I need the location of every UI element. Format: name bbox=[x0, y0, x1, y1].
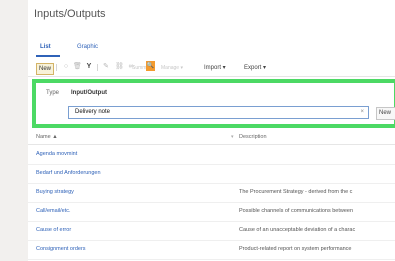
search-input-value[interactable]: Delivery note bbox=[75, 109, 110, 115]
column-resize-icon: ▾ bbox=[231, 134, 234, 140]
toolbar-separator bbox=[56, 64, 57, 71]
tab-list[interactable]: List bbox=[40, 44, 51, 50]
row-description: Possible channels of communications betw… bbox=[239, 208, 354, 214]
export-button[interactable]: Export ▾ bbox=[244, 64, 266, 71]
inputs-outputs-page: Inputs/Outputs List Graphic New ○ 🗑 Y ✎ … bbox=[28, 0, 395, 261]
type-value: Input/Output bbox=[71, 90, 107, 96]
type-label: Type bbox=[46, 90, 60, 96]
toolbar-separator bbox=[97, 64, 98, 71]
search-icon[interactable]: 🔍 bbox=[146, 61, 155, 71]
manage-button[interactable]: Manage ▾ bbox=[161, 65, 183, 71]
row-description: The Procurement Strategy - derived from … bbox=[239, 189, 353, 195]
filter-panel: Type Input/Output Delivery note × New bbox=[32, 79, 395, 128]
view-tabs: List Graphic bbox=[28, 36, 395, 58]
import-button[interactable]: Import ▾ bbox=[204, 64, 226, 71]
row-description: Cause of an unacceptable deviation of a … bbox=[239, 227, 356, 233]
edit-icon[interactable]: ✎ bbox=[102, 63, 110, 71]
tab-graphic[interactable]: Graphic bbox=[77, 44, 98, 50]
table-row[interactable]: Bedarf und Anforderungen bbox=[28, 164, 395, 184]
row-name[interactable]: Buying strategy bbox=[36, 189, 74, 195]
column-name-header[interactable]: Name ▲ bbox=[36, 134, 58, 140]
trash-icon[interactable]: 🗑 bbox=[73, 63, 82, 71]
new-button[interactable]: New bbox=[36, 63, 55, 75]
page-title: Inputs/Outputs bbox=[34, 8, 106, 20]
active-tab-indicator bbox=[36, 55, 60, 57]
row-name[interactable]: Agenda movmint bbox=[36, 151, 77, 157]
row-name[interactable]: Call/email/etc. bbox=[36, 208, 71, 214]
column-description-header[interactable]: Description bbox=[239, 134, 267, 140]
table-row[interactable]: Consignment orders Product-related repor… bbox=[28, 240, 395, 260]
filter-icon[interactable]: Y bbox=[85, 63, 93, 71]
row-name[interactable]: Cause of error bbox=[36, 227, 71, 233]
table-row[interactable]: Buying strategy The Procurement Strategy… bbox=[28, 183, 395, 203]
table-row[interactable]: Cause of error Cause of an unacceptable … bbox=[28, 221, 395, 241]
search-input[interactable]: Delivery note × bbox=[68, 106, 369, 119]
table-row[interactable]: Call/email/etc. Possible channels of com… bbox=[28, 202, 395, 222]
row-description: Product-related report on system perform… bbox=[239, 246, 352, 252]
table-row[interactable]: Agenda movmint bbox=[28, 145, 395, 165]
circle-icon[interactable]: ○ bbox=[62, 63, 70, 71]
row-name[interactable]: Consignment orders bbox=[36, 246, 86, 252]
new-filter-button[interactable]: New bbox=[376, 107, 395, 120]
clear-icon[interactable]: × bbox=[360, 109, 364, 115]
link-icon[interactable]: ⛓ bbox=[115, 63, 124, 71]
table-header: Name ▲ ▾ Description bbox=[28, 130, 395, 145]
row-name[interactable]: Bedarf und Anforderungen bbox=[36, 170, 101, 176]
toolbar: New ○ 🗑 Y ✎ ⛓ ∞ Summary 🔍 Manage ▾ Impor… bbox=[28, 61, 395, 77]
